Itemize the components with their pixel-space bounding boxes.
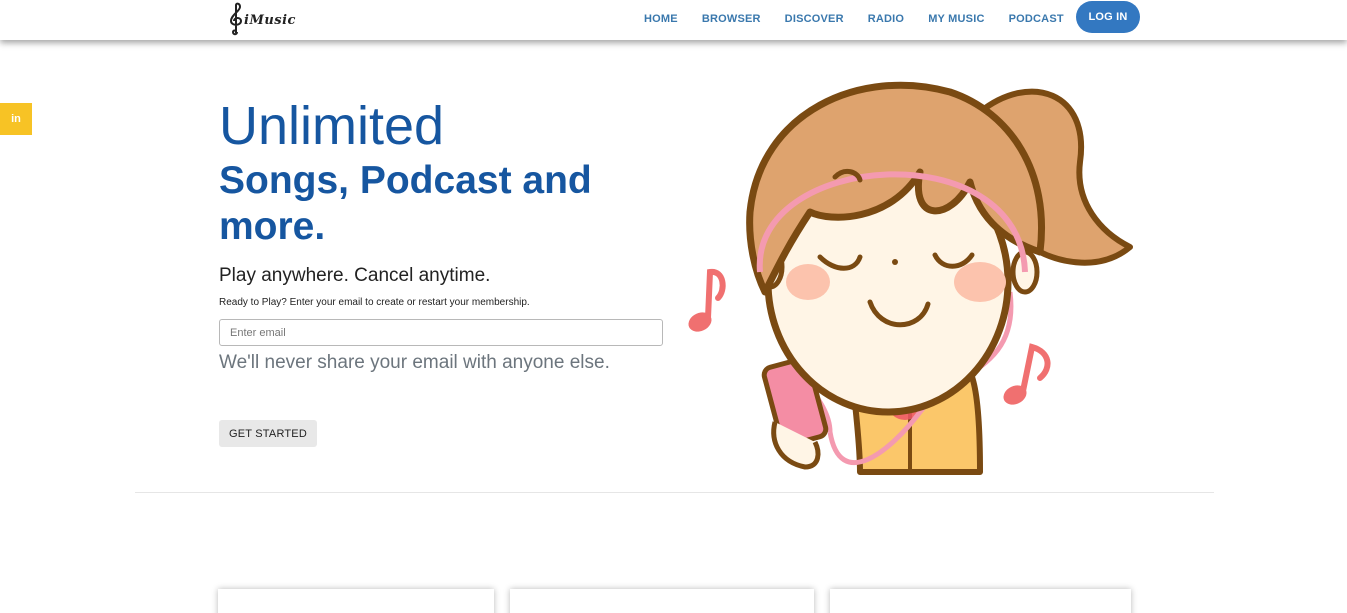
- section-divider: [135, 492, 1214, 493]
- signup-prompt: Ready to Play? Enter your email to creat…: [219, 297, 530, 308]
- hero-tagline: Play anywhere. Cancel anytime.: [219, 265, 491, 286]
- music-note-icon-right: [1003, 343, 1051, 405]
- site-logo[interactable]: iMusic: [226, 2, 306, 36]
- feature-card-1: [218, 589, 494, 613]
- music-note-icon-left: [688, 268, 726, 332]
- login-button[interactable]: LOG IN: [1076, 1, 1140, 33]
- nav-radio[interactable]: RADIO: [868, 13, 904, 25]
- top-navbar: iMusic HOME BROWSER DISCOVER RADIO MY MU…: [0, 0, 1347, 40]
- nav-my-music[interactable]: MY MUSIC: [928, 13, 984, 25]
- hero-title: Unlimited: [219, 96, 445, 156]
- girl-with-headphones-illustration: [688, 81, 1133, 475]
- logo-text: iMusic: [244, 12, 296, 28]
- email-help-text: We'll never share your email with anyone…: [219, 352, 610, 373]
- treble-clef-icon: [229, 2, 243, 36]
- get-started-button[interactable]: GET STARTED: [219, 420, 317, 447]
- nav-home[interactable]: HOME: [644, 13, 678, 25]
- linkedin-icon[interactable]: in: [0, 103, 32, 135]
- nav-browser[interactable]: BROWSER: [702, 13, 761, 25]
- nav-podcast[interactable]: PODCAST: [1009, 13, 1064, 25]
- main-nav: HOME BROWSER DISCOVER RADIO MY MUSIC POD…: [632, 0, 1076, 38]
- feature-card-2: [510, 589, 814, 613]
- feature-card-3: [830, 589, 1131, 613]
- hero-subtitle: Songs, Podcast and more.: [219, 159, 592, 248]
- nav-discover[interactable]: DISCOVER: [785, 13, 844, 25]
- email-input[interactable]: [219, 319, 663, 346]
